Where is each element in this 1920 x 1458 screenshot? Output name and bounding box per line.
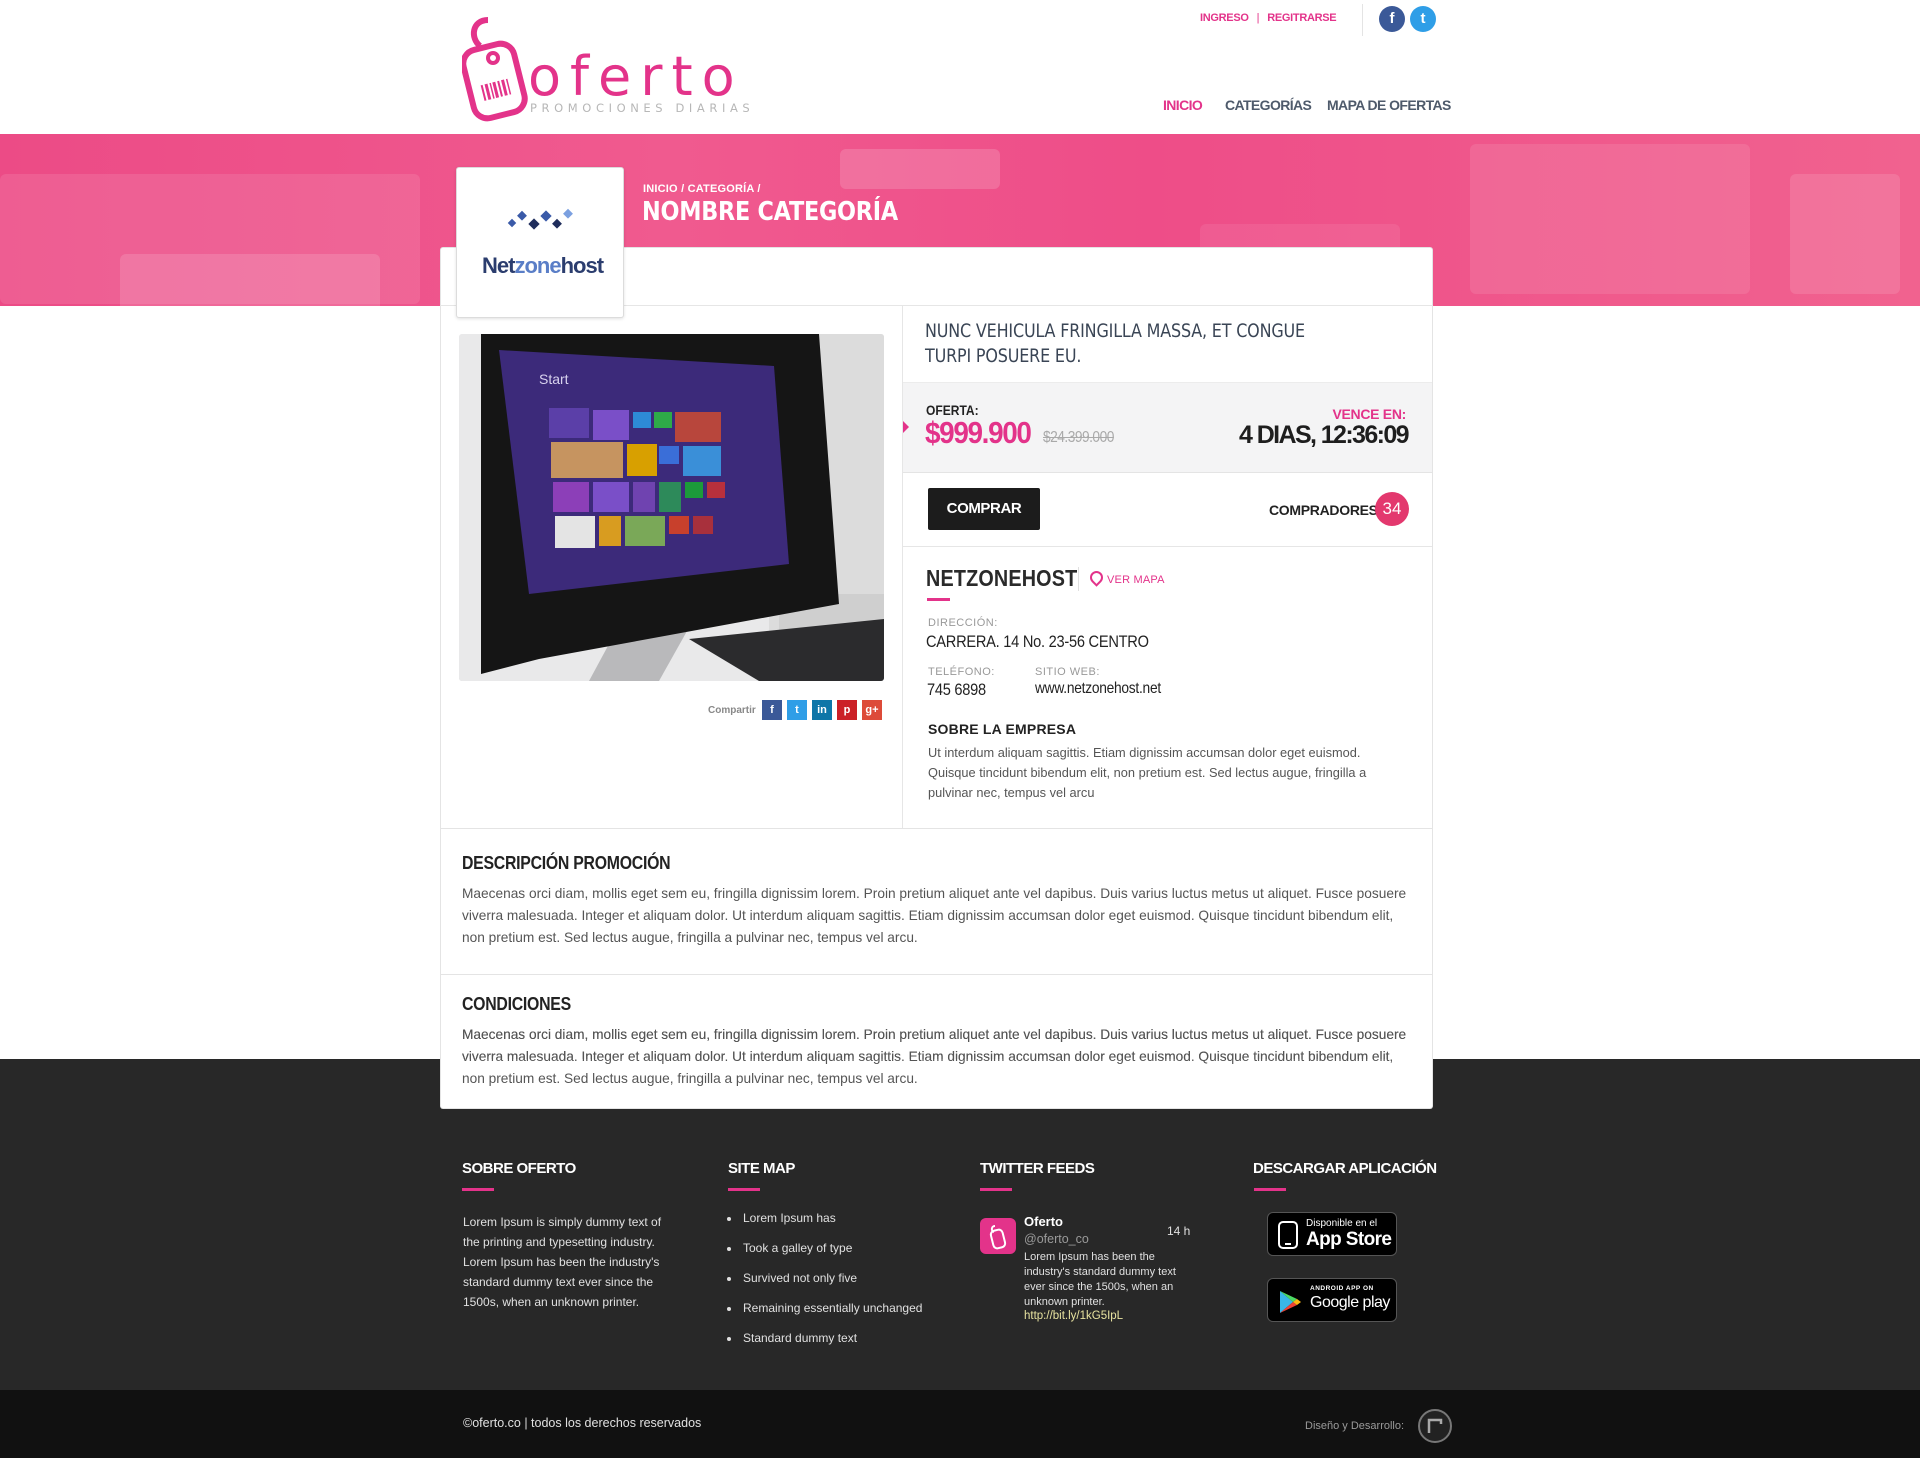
merchant-divider — [903, 546, 1432, 547]
netzonehost-wave-icon — [507, 208, 573, 230]
facebook-share-icon[interactable]: f — [762, 700, 782, 720]
logo-part-zone: zone — [514, 253, 561, 278]
buyers-count-badge: 34 — [1375, 492, 1409, 526]
about-company-title: SOBRE LA EMPRESA — [928, 721, 1077, 737]
deal-title: NUNC VEHICULA FRINGILLA MASSA, ET CONGUE… — [925, 320, 1305, 367]
merchant-separator — [1078, 567, 1079, 591]
sitemap-link[interactable]: Remaining essentially unchanged — [727, 1301, 922, 1331]
footer-sitemap-list: Lorem Ipsum has Took a galley of type Su… — [727, 1211, 922, 1361]
sitemap-link[interactable]: Lorem Ipsum has — [727, 1211, 922, 1241]
phone-value: 745 6898 — [927, 680, 986, 699]
tweet-handle[interactable]: @oferto_co — [1024, 1232, 1089, 1246]
logo-wordmark[interactable]: oferto — [528, 50, 744, 104]
section-divider — [440, 974, 1433, 975]
developer-logo-icon[interactable] — [1418, 1409, 1452, 1443]
googleplay-big-text: Google play — [1310, 1294, 1390, 1311]
product-image[interactable]: Start — [459, 334, 884, 681]
original-price: $24.399.000 — [1043, 429, 1114, 446]
nav-mapa-ofertas[interactable]: MAPA DE OFERTAS — [1327, 97, 1451, 113]
facebook-icon[interactable]: f — [1379, 6, 1405, 32]
header-divider — [1362, 4, 1363, 36]
googleplay-small-text: ANDROID APP ON — [1310, 1285, 1374, 1292]
footer-about-text: Lorem Ipsum is simply dummy text of the … — [463, 1215, 662, 1309]
oferto-tag-icon — [989, 1225, 1007, 1250]
footer-underline — [462, 1188, 494, 1191]
all-in-one-pc-illustration: Start — [459, 334, 884, 681]
googleplus-share-icon[interactable]: g+ — [862, 700, 882, 720]
logo-part-host: host — [560, 253, 604, 278]
appstore-big-text: App Store — [1306, 1229, 1392, 1250]
tweet-text: Lorem Ipsum has been the industry's stan… — [1024, 1251, 1176, 1308]
footer-underline — [980, 1188, 1012, 1191]
footer-underline — [1254, 1188, 1286, 1191]
sitemap-link[interactable]: Survived not only five — [727, 1271, 922, 1301]
description-text: Maecenas orci diam, mollis eget sem eu, … — [462, 886, 1407, 945]
copyright-text: ©oferto.co | todos los derechos reservad… — [463, 1416, 702, 1430]
appstore-small-text: Disponible en el — [1306, 1218, 1378, 1229]
linkedin-share-icon[interactable]: in — [812, 700, 832, 720]
logo-part-net: Net — [482, 253, 515, 278]
nav-categorias[interactable]: CATEGORÍAS — [1225, 97, 1312, 113]
merchant-logo-text: Netzonehost — [482, 253, 604, 279]
site-header: oferto PROMOCIONES DIARIAS INGRESO | REGIT… — [0, 0, 1920, 134]
footer-underline — [728, 1188, 760, 1191]
category-title: NOMBRE CATEGORÍA — [642, 197, 898, 227]
pinterest-share-icon[interactable]: p — [837, 700, 857, 720]
logo-tagline: PROMOCIONES DIARIAS — [530, 101, 755, 115]
tweet-link[interactable]: http://bit.ly/1kG5IpL — [1024, 1310, 1123, 1322]
account-links: INGRESO | REGITRARSE — [1200, 12, 1337, 24]
googleplay-icon — [1280, 1291, 1301, 1313]
breadcrumb[interactable]: INICIO / CATEGORÍA / — [643, 183, 761, 195]
apple-icon — [1278, 1221, 1298, 1249]
footer-bottom-bar — [0, 1390, 1920, 1458]
design-credit-text: Diseño y Desarrollo: — [1305, 1420, 1405, 1432]
tweet-author[interactable]: Oferto — [1024, 1214, 1063, 1229]
expires-label: VENCE EN: — [1332, 406, 1406, 422]
address-value: CARRERA. 14 No. 23-56 CENTRO — [926, 632, 1149, 651]
merchant-logo-box — [456, 167, 624, 318]
conditions-text: Maecenas orci diam, mollis eget sem eu, … — [462, 1027, 1407, 1086]
footer-sitemap-title: SITE MAP — [728, 1160, 795, 1177]
description-title: DESCRIPCIÓN PROMOCIÓN — [462, 853, 671, 873]
website-label: SITIO WEB: — [1035, 666, 1100, 678]
address-label: DIRECCIÓN: — [928, 617, 998, 629]
phone-label: TELÉFONO: — [928, 666, 995, 678]
footer-about-title: SOBRE OFERTO — [462, 1160, 576, 1177]
sitemap-link[interactable]: Took a galley of type — [727, 1241, 922, 1271]
buyers-label: COMPRADORES: — [1269, 502, 1383, 518]
twitter-share-icon[interactable]: t — [787, 700, 807, 720]
nav-inicio[interactable]: INICIO — [1163, 97, 1203, 113]
merchant-name: NETZONEHOST — [926, 565, 1078, 591]
appstore-badge[interactable]: Disponible en el App Store — [1267, 1212, 1397, 1256]
about-company-text: Ut interdum aliquam sagittis. Etiam dign… — [928, 745, 1367, 800]
view-map-link[interactable]: VER MAPA — [1107, 574, 1165, 586]
offer-price: $999.900 — [925, 415, 1032, 450]
sitemap-link[interactable]: Standard dummy text — [727, 1331, 922, 1361]
footer-app-title: DESCARGAR APLICACIÓN — [1253, 1160, 1437, 1177]
link-separator: | — [1256, 12, 1260, 24]
register-link[interactable]: REGITRARSE — [1267, 12, 1336, 24]
offer-pointer-icon — [903, 421, 909, 433]
share-label: Compartir — [708, 705, 756, 716]
expires-countdown: 4 DIAS, 12:36:09 — [1239, 421, 1410, 449]
website-link[interactable]: www.netzonehost.net — [1035, 680, 1161, 698]
login-link[interactable]: INGRESO — [1200, 12, 1249, 24]
screen-start-label: Start — [539, 371, 569, 387]
merchant-underline — [927, 598, 950, 601]
developer-mark-icon — [1427, 1418, 1443, 1433]
buy-button[interactable]: COMPRAR — [928, 488, 1040, 530]
section-divider — [440, 828, 1433, 829]
tweet-avatar[interactable] — [980, 1218, 1016, 1254]
footer-twitter-title: TWITTER FEEDS — [980, 1160, 1095, 1177]
conditions-title: CONDICIONES — [462, 994, 571, 1014]
googleplay-badge[interactable]: ANDROID APP ON Google play — [1267, 1278, 1397, 1322]
tweet-time: 14 h — [1167, 1224, 1191, 1238]
twitter-icon[interactable]: t — [1410, 6, 1436, 32]
